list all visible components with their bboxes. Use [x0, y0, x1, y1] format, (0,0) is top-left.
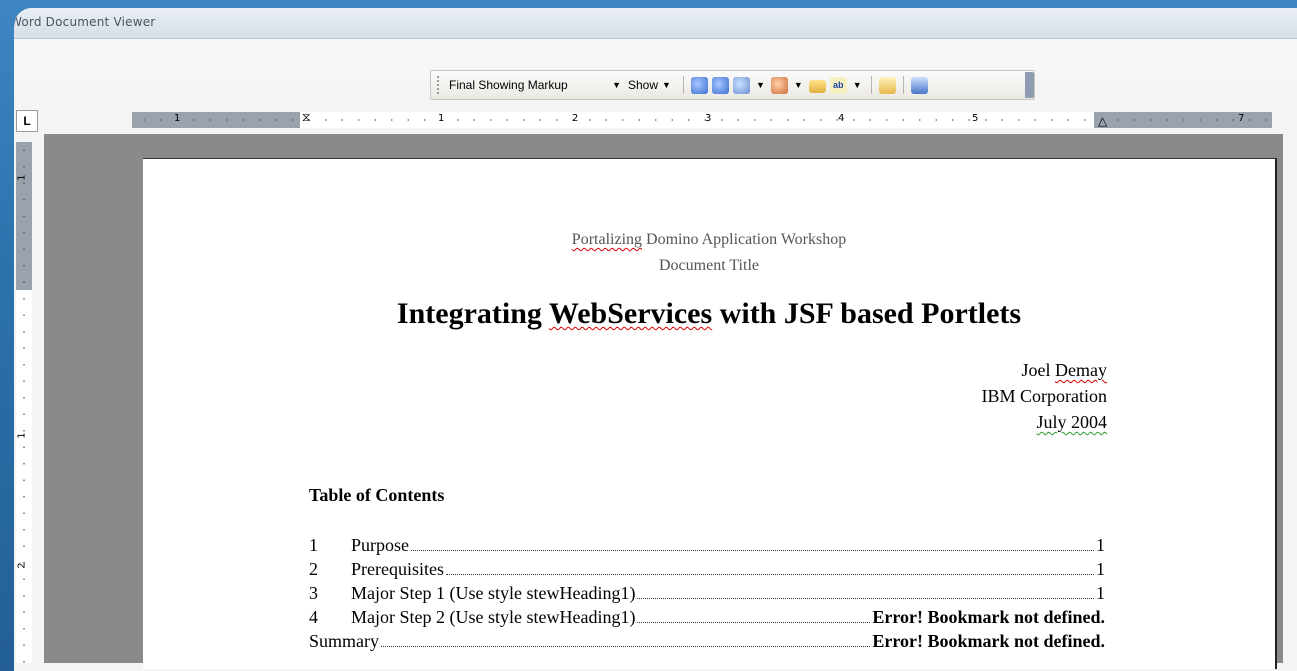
chevron-down-icon[interactable]: ▼: [756, 80, 765, 90]
chevron-down-icon[interactable]: ▼: [612, 80, 621, 90]
document-workspace: Portalizing Domino Application Workshop …: [44, 134, 1283, 669]
reviewing-pane-icon[interactable]: [910, 76, 928, 94]
tab-selector[interactable]: L: [16, 110, 38, 132]
ruler-number: 3: [705, 113, 712, 124]
toolbar-separator: [682, 76, 684, 94]
new-comment-icon[interactable]: [808, 80, 826, 93]
right-indent-marker[interactable]: △: [1098, 114, 1107, 128]
toc-leader-dots: [637, 598, 1094, 599]
first-line-indent-marker[interactable]: ⧖: [302, 110, 310, 125]
toc-entry-page: 1: [1096, 559, 1105, 579]
toc-leader-dots: [445, 574, 1094, 575]
chevron-down-icon: ▼: [662, 80, 671, 90]
ruler-number: 1: [16, 432, 28, 439]
document-header-line1: Portalizing Domino Application Workshop: [143, 231, 1275, 249]
show-button[interactable]: Show ▼: [625, 74, 678, 96]
toc-entry-text: Prerequisites: [351, 559, 444, 579]
toc-entry[interactable]: 4 Major Step 2 (Use style stewHeading1) Er…: [309, 607, 1105, 631]
chevron-down-icon[interactable]: ▼: [794, 80, 803, 90]
document-header-line2: Document Title: [658, 257, 759, 274]
toc-entry-error: Error! Bookmark not defined.: [872, 631, 1105, 651]
table-of-contents: 1 Purpose 1 2 Prerequisites 1 3 Major Step 1 (U…: [309, 535, 1105, 655]
toc-entry-number: 1: [309, 535, 318, 555]
ruler-number: 2: [16, 562, 28, 569]
toc-entry[interactable]: Summary Error! Bookmark not defined.: [309, 631, 1105, 655]
toolbar-options-icon[interactable]: [1025, 72, 1034, 98]
document-title: Integrating WebServices with JSF based P…: [143, 297, 1275, 331]
toolbar-separator: [870, 76, 872, 94]
document-page[interactable]: Portalizing Domino Application Workshop …: [143, 158, 1277, 669]
toc-entry[interactable]: 3 Major Step 1 (Use style stewHeading1) 1: [309, 583, 1105, 607]
toc-leader-dots: [381, 646, 871, 647]
toc-entry-text: Summary: [309, 631, 379, 651]
document-date: July 2004: [982, 409, 1107, 435]
horizontal-ruler[interactable]: 1 1 2 3 4 5 7 ⧖ △: [132, 110, 1272, 128]
title-misspelled-word: WebServices: [548, 297, 713, 330]
reviewing-toolbar: Final Showing Markup ▼ Show ▼ ▼ ▼ ab ▼: [430, 70, 1035, 100]
title-bar: Word Document Viewer: [14, 8, 1297, 39]
toc-entry-page: 1: [1096, 583, 1105, 603]
reject-change-icon[interactable]: [770, 76, 788, 94]
author-name: Joel Demay: [982, 357, 1107, 383]
ruler-number: 4: [838, 113, 845, 124]
vertical-ruler[interactable]: 1 1 2: [16, 142, 32, 663]
toc-entry-number: 3: [309, 583, 318, 603]
toc-leader-dots: [637, 622, 871, 623]
toc-entry-error: Error! Bookmark not defined.: [872, 607, 1105, 627]
highlight-icon[interactable]: ab: [829, 76, 847, 94]
toolbar-grip[interactable]: [437, 76, 443, 94]
author-block: Joel Demay IBM Corporation July 2004: [982, 357, 1108, 435]
date-text: July 2004: [1036, 412, 1107, 432]
ruler-number: 1: [174, 113, 181, 124]
ruler-number: 1: [438, 113, 445, 124]
ruler-number: 1: [16, 174, 28, 181]
toc-entry-page: 1: [1096, 535, 1105, 555]
toc-entry-text: Major Step 2 (Use style stewHeading1): [351, 607, 636, 627]
chevron-down-icon[interactable]: ▼: [853, 80, 862, 90]
header-misspelled-word: Portalizing: [571, 231, 643, 248]
accept-change-icon[interactable]: [732, 76, 750, 94]
title-part: with JSF based Portlets: [712, 297, 1022, 330]
display-for-review-select[interactable]: Final Showing Markup ▼: [447, 75, 625, 95]
next-change-icon[interactable]: [711, 76, 729, 94]
toc-leader-dots: [411, 550, 1094, 551]
toc-entry-text: Major Step 1 (Use style stewHeading1): [351, 583, 636, 603]
toc-entry-number: 4: [309, 607, 318, 627]
ruler-number: 5: [972, 113, 979, 124]
display-for-review-value: Final Showing Markup: [449, 78, 568, 92]
toc-entry[interactable]: 1 Purpose 1: [309, 535, 1105, 559]
author-last-name: Demay: [1055, 360, 1107, 380]
header-text: Domino Application Workshop: [642, 231, 847, 248]
toc-heading: Table of Contents: [309, 485, 445, 505]
ruler-number: 2: [572, 113, 579, 124]
ruler-ticks: [16, 142, 32, 663]
toc-entry[interactable]: 2 Prerequisites 1: [309, 559, 1105, 583]
author-first-name: Joel: [1021, 360, 1056, 380]
toc-entry-number: 2: [309, 559, 318, 579]
author-company: IBM Corporation: [981, 386, 1108, 406]
toc-entry-text: Purpose: [351, 535, 409, 555]
track-changes-icon[interactable]: [878, 76, 896, 94]
title-part: Integrating: [396, 297, 549, 330]
toolbar-separator: [902, 76, 904, 94]
ruler-number: 7: [1238, 113, 1245, 124]
window-title: Word Document Viewer: [14, 15, 156, 29]
show-label: Show: [628, 78, 659, 92]
previous-change-icon[interactable]: [690, 76, 708, 94]
